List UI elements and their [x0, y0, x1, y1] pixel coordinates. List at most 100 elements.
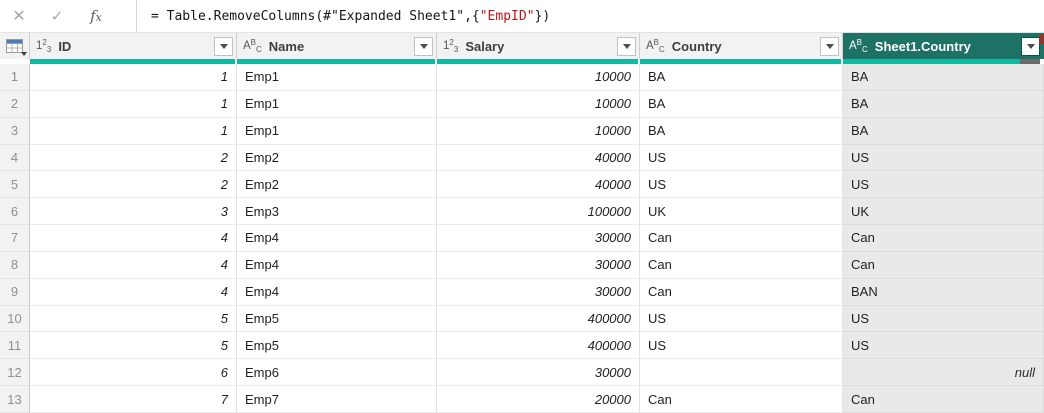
cell-name[interactable]: Emp7 — [237, 386, 437, 413]
formula-segment: "EmpID" — [479, 8, 535, 24]
cell-country[interactable]: US — [640, 332, 843, 360]
filter-dropdown-button[interactable] — [214, 36, 233, 56]
cell-name[interactable]: Emp1 — [237, 117, 437, 145]
cell-id[interactable]: 1 — [30, 64, 237, 91]
table-grid-icon — [6, 39, 23, 53]
cell-country[interactable]: US — [640, 144, 843, 172]
cell-country[interactable]: Can — [640, 251, 843, 279]
cell-salary[interactable]: 10000 — [437, 64, 640, 91]
cell-salary[interactable]: 40000 — [437, 171, 640, 199]
cell-sheet1-country[interactable]: null — [843, 359, 1044, 387]
cell-sheet1-country[interactable]: US — [843, 305, 1044, 333]
row-number[interactable]: 6 — [0, 198, 30, 226]
cell-id[interactable]: 7 — [30, 386, 237, 413]
column-header-id[interactable]: 123 ID — [30, 33, 237, 59]
row-number[interactable]: 11 — [0, 332, 30, 360]
row-number[interactable]: 1 — [0, 64, 30, 91]
cell-sheet1-country[interactable]: US — [843, 144, 1044, 172]
cell-salary[interactable]: 40000 — [437, 144, 640, 172]
column-header-name[interactable]: ABC Name — [237, 33, 437, 59]
cell-sheet1-country[interactable]: Can — [843, 225, 1044, 252]
filter-dropdown-button[interactable] — [617, 36, 636, 56]
cancel-icon[interactable]: ✕ — [0, 6, 38, 26]
cell-name[interactable]: Emp5 — [237, 332, 437, 360]
cell-salary[interactable]: 30000 — [437, 359, 640, 387]
cell-country[interactable]: Can — [640, 278, 843, 306]
cell-name[interactable]: Emp5 — [237, 305, 437, 333]
filter-dropdown-button[interactable] — [820, 36, 839, 56]
cell-name[interactable]: Emp6 — [237, 359, 437, 387]
cell-id[interactable]: 4 — [30, 225, 237, 252]
cell-name[interactable]: Emp1 — [237, 64, 437, 91]
text-abc-icon: ABC — [243, 38, 262, 54]
cell-name[interactable]: Emp4 — [237, 278, 437, 306]
select-all-button[interactable] — [0, 33, 30, 59]
filter-dropdown-button[interactable] — [414, 36, 433, 56]
cell-sheet1-country[interactable]: BA — [843, 64, 1044, 91]
cell-country[interactable]: Can — [640, 386, 843, 413]
cell-id[interactable]: 6 — [30, 359, 237, 387]
row-number[interactable]: 10 — [0, 305, 30, 333]
cell-salary[interactable]: 100000 — [437, 198, 640, 226]
cell-name[interactable]: Emp2 — [237, 171, 437, 199]
cell-id[interactable]: 4 — [30, 251, 237, 279]
cell-name[interactable]: Emp4 — [237, 251, 437, 279]
cell-sheet1-country[interactable]: UK — [843, 198, 1044, 226]
cell-salary[interactable]: 10000 — [437, 117, 640, 145]
row-number[interactable]: 3 — [0, 117, 30, 145]
cell-country[interactable]: BA — [640, 90, 843, 118]
cell-country[interactable]: US — [640, 171, 843, 199]
formula-input[interactable]: = Table.RemoveColumns(#"Expanded Sheet1"… — [137, 0, 1044, 32]
table-row: 1 1 Emp1 10000 BA BA — [0, 64, 1044, 91]
cell-country[interactable]: Can — [640, 225, 843, 252]
row-number[interactable]: 7 — [0, 225, 30, 252]
cell-id[interactable]: 5 — [30, 305, 237, 333]
cell-sheet1-country[interactable]: US — [843, 171, 1044, 199]
column-header-sheet1-country[interactable]: ABC Sheet1.Country — [843, 33, 1044, 59]
cell-id[interactable]: 4 — [30, 278, 237, 306]
cell-salary[interactable]: 30000 — [437, 225, 640, 252]
row-number[interactable]: 5 — [0, 171, 30, 199]
filter-dropdown-button[interactable] — [1021, 36, 1040, 56]
text-abc-icon: ABC — [646, 38, 665, 54]
cell-salary[interactable]: 30000 — [437, 278, 640, 306]
cell-sheet1-country[interactable]: BA — [843, 90, 1044, 118]
cell-sheet1-country[interactable]: BA — [843, 117, 1044, 145]
cell-name[interactable]: Emp3 — [237, 198, 437, 226]
row-number[interactable]: 8 — [0, 251, 30, 279]
cell-country[interactable]: BA — [640, 117, 843, 145]
column-header-salary[interactable]: 123 Salary — [437, 33, 640, 59]
cell-salary[interactable]: 20000 — [437, 386, 640, 413]
cell-name[interactable]: Emp4 — [237, 225, 437, 252]
column-header-label: Salary — [465, 38, 505, 54]
cell-sheet1-country[interactable]: US — [843, 332, 1044, 360]
cell-sheet1-country[interactable]: Can — [843, 386, 1044, 413]
cell-id[interactable]: 2 — [30, 171, 237, 199]
row-number[interactable]: 2 — [0, 90, 30, 118]
cell-country[interactable] — [640, 359, 843, 387]
row-number[interactable]: 12 — [0, 359, 30, 387]
cell-name[interactable]: Emp1 — [237, 90, 437, 118]
cell-sheet1-country[interactable]: BAN — [843, 278, 1044, 306]
cell-sheet1-country[interactable]: Can — [843, 251, 1044, 279]
cell-salary[interactable]: 10000 — [437, 90, 640, 118]
cell-country[interactable]: US — [640, 305, 843, 333]
formula-segment: = Table.RemoveColumns(#"Expanded Sheet1"… — [151, 8, 480, 24]
cell-id[interactable]: 1 — [30, 117, 237, 145]
row-number[interactable]: 9 — [0, 278, 30, 306]
cell-id[interactable]: 2 — [30, 144, 237, 172]
cell-name[interactable]: Emp2 — [237, 144, 437, 172]
cell-id[interactable]: 3 — [30, 198, 237, 226]
cell-salary[interactable]: 400000 — [437, 332, 640, 360]
row-number[interactable]: 4 — [0, 144, 30, 172]
cell-country[interactable]: UK — [640, 198, 843, 226]
cell-country[interactable]: BA — [640, 64, 843, 91]
cell-salary[interactable]: 30000 — [437, 251, 640, 279]
cell-salary[interactable]: 400000 — [437, 305, 640, 333]
commit-icon[interactable]: ✓ — [38, 7, 76, 25]
column-header-country[interactable]: ABC Country — [640, 33, 843, 59]
row-number[interactable]: 13 — [0, 386, 30, 413]
cell-id[interactable]: 5 — [30, 332, 237, 360]
formula-bar: ✕ ✓ fx = Table.RemoveColumns(#"Expanded … — [0, 0, 1044, 33]
cell-id[interactable]: 1 — [30, 90, 237, 118]
